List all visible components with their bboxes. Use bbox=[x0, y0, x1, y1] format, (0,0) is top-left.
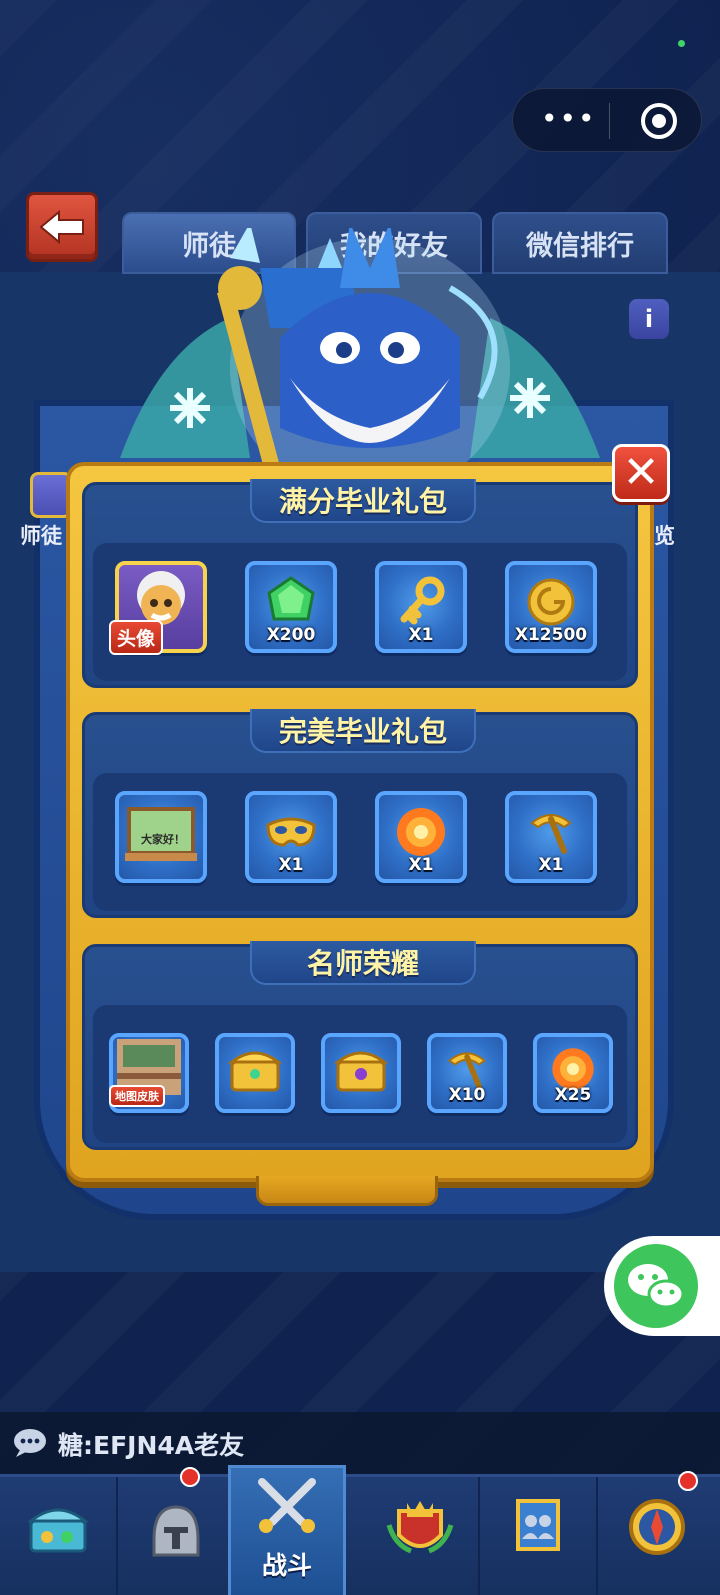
close-icon: ✕ bbox=[622, 447, 660, 498]
miniprogram-capsule: ••• bbox=[512, 88, 702, 152]
items-well: 大家好！ X1 X1 X1 bbox=[93, 773, 627, 911]
back-button[interactable] bbox=[26, 192, 98, 262]
notification-badge bbox=[180, 1467, 200, 1487]
knight-helmet-icon bbox=[152, 1505, 200, 1557]
crown-shield-icon bbox=[386, 1501, 454, 1554]
reward-coins[interactable]: X12500 bbox=[505, 561, 597, 653]
capsule-divider bbox=[609, 103, 610, 139]
key-icon bbox=[400, 576, 445, 625]
reward-purple-chest[interactable] bbox=[321, 1033, 401, 1113]
nav-battle[interactable]: 战斗 bbox=[228, 1465, 346, 1595]
more-icon[interactable]: ••• bbox=[541, 105, 597, 133]
status-dot bbox=[678, 40, 685, 47]
ice-wizard-character bbox=[120, 228, 600, 498]
chest-purple-icon bbox=[333, 1051, 389, 1092]
section-master-glory: 名师荣耀 地图皮肤 X10 X25 bbox=[82, 941, 638, 1150]
item-quantity: X10 bbox=[448, 1085, 486, 1105]
gem-icon bbox=[267, 576, 315, 621]
nav-guild[interactable] bbox=[480, 1477, 598, 1595]
info-icon: i bbox=[644, 305, 654, 333]
item-quantity: X200 bbox=[266, 625, 316, 645]
reward-fire-orb-x25[interactable]: X25 bbox=[533, 1033, 613, 1113]
pickaxe-icon bbox=[530, 813, 572, 854]
fire-orb-icon bbox=[397, 807, 445, 856]
map-skin-tag: 地图皮肤 bbox=[109, 1085, 165, 1107]
item-quantity: X12500 bbox=[514, 625, 588, 645]
nav-explore[interactable] bbox=[598, 1471, 716, 1595]
item-quantity: X1 bbox=[538, 855, 564, 875]
reward-mask[interactable]: X1 bbox=[245, 791, 337, 883]
dialog-footer-tab bbox=[256, 1176, 438, 1206]
item-quantity: X1 bbox=[408, 625, 434, 645]
reward-fire-orb[interactable]: X1 bbox=[375, 791, 467, 883]
reward-key[interactable]: X1 bbox=[375, 561, 467, 653]
item-quantity: X25 bbox=[554, 1085, 592, 1105]
info-button[interactable]: i bbox=[629, 299, 669, 339]
close-dialog-button[interactable]: ✕ bbox=[612, 444, 670, 502]
bottom-nav: 战斗 bbox=[0, 1465, 720, 1595]
reward-gold-chest[interactable] bbox=[215, 1033, 295, 1113]
treasure-chest-icon bbox=[26, 1508, 90, 1553]
items-well: 地图皮肤 X10 X25 bbox=[93, 1005, 627, 1143]
section-title: 名师荣耀 bbox=[250, 941, 476, 985]
notification-badge bbox=[678, 1471, 698, 1491]
reward-gem[interactable]: X200 bbox=[245, 561, 337, 653]
reward-avatar[interactable]: 头像 bbox=[109, 561, 207, 655]
side-label-left: 师徒 bbox=[20, 524, 62, 548]
section-title: 满分毕业礼包 bbox=[250, 479, 476, 523]
close-miniprogram-icon[interactable] bbox=[641, 103, 677, 139]
section-perfect-pack: 完美毕业礼包 大家好！ X1 X1 X1 bbox=[82, 709, 638, 918]
section-title: 完美毕业礼包 bbox=[250, 709, 476, 753]
chat-bar[interactable]: 糖:EFJN4A老友 bbox=[0, 1412, 720, 1474]
reward-blackboard[interactable]: 大家好！ bbox=[115, 791, 207, 883]
coin-icon bbox=[527, 578, 575, 626]
blackboard-text: 大家好！ bbox=[141, 833, 185, 846]
item-quantity: X1 bbox=[278, 855, 304, 875]
reward-map-skin[interactable]: 地图皮肤 bbox=[109, 1033, 189, 1113]
compass-icon bbox=[629, 1499, 685, 1555]
nav-ranking[interactable] bbox=[362, 1477, 480, 1595]
chat-message: 糖:EFJN4A老友 bbox=[58, 1431, 245, 1460]
wechat-float-button[interactable] bbox=[604, 1236, 720, 1336]
chat-bubble-icon bbox=[14, 1429, 46, 1457]
reward-pickaxe-x10[interactable]: X10 bbox=[427, 1033, 507, 1113]
chest-gold-icon bbox=[227, 1051, 283, 1092]
nav-label: 战斗 bbox=[261, 1551, 312, 1580]
arrow-left-icon bbox=[39, 210, 84, 244]
wechat-icon bbox=[614, 1244, 698, 1328]
section-full-score-pack: 满分毕业礼包 头像 X200 X1 X12500 bbox=[82, 479, 638, 688]
avatar-tag: 头像 bbox=[109, 620, 164, 655]
item-quantity: X1 bbox=[408, 855, 434, 875]
mask-icon bbox=[266, 817, 316, 847]
reward-pickaxe[interactable]: X1 bbox=[505, 791, 597, 883]
nav-hero[interactable] bbox=[118, 1467, 236, 1595]
nav-treasure[interactable] bbox=[0, 1477, 118, 1595]
crossed-swords-icon bbox=[258, 1478, 316, 1533]
items-well: 头像 X200 X1 X12500 bbox=[93, 543, 627, 681]
guild-banner-icon bbox=[516, 1499, 560, 1551]
side-label-right: 览 bbox=[654, 524, 675, 548]
